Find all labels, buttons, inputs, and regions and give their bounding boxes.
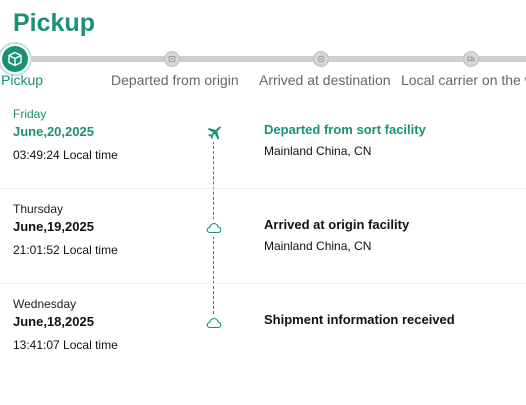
step-label-arrived-at-destination: Arrived at destination [259, 72, 391, 88]
truck-icon [463, 51, 479, 67]
event-location: Mainland China, CN [264, 239, 372, 253]
step-label-local-carrier: Local carrier on the w [401, 72, 526, 88]
event-title: Shipment information received [264, 312, 455, 327]
event-date: June,18,2025 [13, 314, 94, 329]
step-label-departed-from-origin: Departed from origin [111, 72, 239, 88]
tracking-event: Wednesday June,18,2025 13:41:07 Local ti… [0, 284, 526, 378]
event-weekday: Thursday [13, 202, 64, 216]
step-label-pickup: Pickup [1, 72, 44, 88]
arrived-icon [313, 51, 329, 67]
cloud-icon [205, 314, 223, 332]
event-time: 21:01:52 Local time [13, 243, 118, 257]
event-location: Mainland China, CN [264, 144, 372, 158]
page-title: Pickup [13, 9, 95, 37]
departed-icon [164, 51, 180, 67]
tracking-event: Friday June,20,2025 03:49:24 Local time … [0, 94, 526, 189]
event-time: 03:49:24 Local time [13, 148, 118, 162]
event-weekday: Friday [13, 107, 47, 121]
package-icon [2, 46, 28, 72]
event-time: 13:41:07 Local time [13, 338, 118, 352]
event-date: June,19,2025 [13, 219, 94, 234]
event-title: Arrived at origin facility [264, 217, 410, 232]
tracking-event: Thursday June,19,2025 21:01:52 Local tim… [0, 189, 526, 284]
tracking-events-list: Friday June,20,2025 03:49:24 Local time … [0, 94, 526, 378]
airplane-icon [205, 124, 223, 142]
event-title: Departed from sort facility [264, 122, 426, 137]
progress-track [14, 56, 526, 62]
cloud-icon [205, 219, 223, 237]
progress-stepper: Pickup Departed from origin Arrived at d… [0, 40, 526, 92]
event-date: June,20,2025 [13, 124, 94, 139]
event-weekday: Wednesday [13, 297, 77, 311]
